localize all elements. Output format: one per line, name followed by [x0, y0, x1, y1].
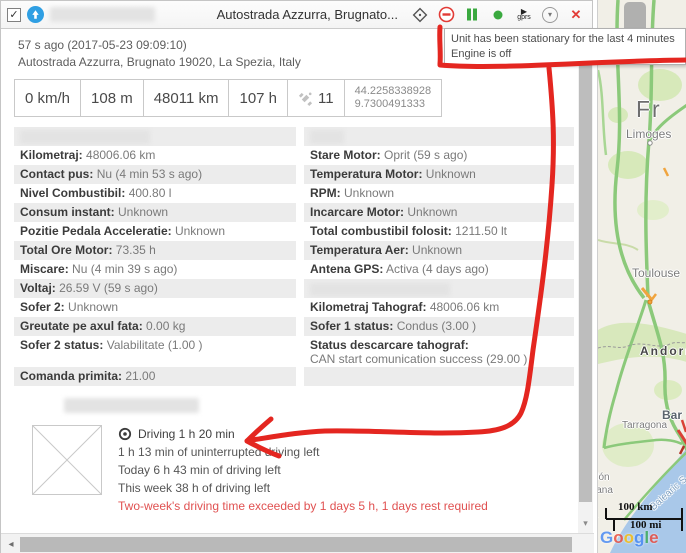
- dropdown-menu-icon[interactable]: ▾: [540, 4, 560, 26]
- map-label-country: Fr: [636, 96, 662, 123]
- coordinates-cell: 44.2258338928 9.7300491333: [345, 79, 442, 117]
- scroll-down-arrow-icon[interactable]: ▾: [578, 515, 593, 531]
- satellites-count: 11: [318, 90, 334, 107]
- map-label-toulouse: Toulouse: [632, 266, 680, 280]
- map-label-limoges: Limoges: [626, 127, 671, 141]
- tooltip-line-engine: Engine is off: [451, 47, 679, 62]
- unit-moving-icon: [27, 6, 44, 23]
- driving-time-warning: Two-week's driving time exceeded by 1 da…: [118, 497, 488, 515]
- unit-checkbox[interactable]: ✓: [7, 8, 21, 22]
- map-label-coast1: llón: [597, 472, 610, 483]
- driver-photo-placeholder: [32, 425, 102, 495]
- week-driving-left: This week 38 h of driving left: [118, 479, 488, 497]
- table-row: Greutate pe axul fata: 0.00 kg Sofer 1 s…: [14, 317, 574, 336]
- pause-icon[interactable]: [462, 4, 482, 26]
- speed-value: 0 km/h: [14, 79, 81, 117]
- table-row: Miscare: Nu (4 min 39 s ago) Antena GPS:…: [14, 260, 574, 279]
- stats-row: 0 km/h 108 m 48011 km 107 h 11 44.225833…: [14, 79, 578, 117]
- tooltip-line-stationary: Unit has been stationary for the last 4 …: [451, 32, 679, 47]
- map-scale-km: 100 km: [618, 501, 653, 513]
- table-row: Consum instant: Unknown Incarcare Motor:…: [14, 203, 574, 222]
- longitude: 9.7300491333: [355, 98, 431, 111]
- popup-header: ✓ Autostrada Azzurra, Brugnato...: [1, 1, 592, 29]
- unit-location-title[interactable]: Autostrada Azzurra, Brugnato...: [161, 7, 404, 22]
- locate-on-map-icon[interactable]: [410, 4, 430, 26]
- mileage-value: 48011 km: [144, 79, 230, 117]
- table-row: Sofer 2 status: Valabilitate (1.00 ) Sta…: [14, 336, 574, 367]
- table-row: Nivel Combustibil: 400.80 l RPM: Unknown: [14, 184, 574, 203]
- satellites-cell: 11: [288, 79, 345, 117]
- horizontal-scrollbar-thumb[interactable]: [20, 537, 572, 552]
- vertical-scrollbar[interactable]: ▾: [578, 30, 593, 533]
- map-label-coast3: a: [597, 510, 598, 521]
- table-row: Comanda primita: 21.00: [14, 367, 574, 386]
- vertical-scrollbar-thumb[interactable]: [579, 34, 592, 502]
- parameters-table: Kilometraj: 48006.06 km Stare Motor: Opr…: [14, 127, 574, 386]
- table-row: Total Ore Motor: 73.35 h Temperatura Aer…: [14, 241, 574, 260]
- redacted-parameter: [310, 283, 450, 296]
- uninterrupted-driving-left: 1 h 13 min of uninterrupted driving left: [118, 443, 488, 461]
- arrow-up-icon: [30, 9, 41, 20]
- altitude-value: 108 m: [81, 79, 144, 117]
- table-row: Sofer 2: Unknown Kilometraj Tahograf: 48…: [14, 298, 574, 317]
- driving-status: Driving 1 h 20 min: [138, 425, 235, 443]
- map-label-coast2: lana: [597, 485, 613, 496]
- disable-icon[interactable]: [436, 4, 456, 26]
- gprs-icon: ▶ gprs: [514, 4, 534, 26]
- map-label-tarragona: Tarragona: [622, 420, 667, 431]
- driver-section: Driving 1 h 20 min 1 h 13 min of uninter…: [32, 425, 578, 515]
- google-logo: Google: [600, 528, 659, 548]
- satellite-icon: [298, 91, 313, 106]
- redacted-driver-name: [64, 398, 199, 413]
- horizontal-scrollbar[interactable]: ◂: [1, 533, 594, 553]
- table-row: [14, 127, 574, 146]
- table-row: Contact pus: Nu (4 min 53 s ago) Tempera…: [14, 165, 574, 184]
- tachograph-driving-icon: [118, 427, 132, 441]
- popup-content: 57 s ago (2017-05-23 09:09:10) Autostrad…: [2, 30, 578, 533]
- redacted-unit-name: [50, 7, 155, 22]
- scroll-left-arrow-icon[interactable]: ◂: [3, 534, 19, 553]
- table-row: Kilometraj: 48006.06 km Stare Motor: Opr…: [14, 146, 574, 165]
- unit-info-popup: ✓ Autostrada Azzurra, Brugnato...: [0, 0, 593, 553]
- table-row: Pozitie Pedala Acceleratie: Unknown Tota…: [14, 222, 574, 241]
- redacted-section-right: [310, 130, 344, 144]
- connection-status-icon: [488, 4, 508, 26]
- map-panel[interactable]: Fr Limoges Toulouse Andorra Bar Tarragon…: [597, 0, 686, 553]
- unit-status-tooltip: Unit has been stationary for the last 4 …: [444, 28, 686, 65]
- map-label-andorra: Andorra: [640, 344, 686, 358]
- close-icon[interactable]: ✕: [566, 4, 586, 26]
- engine-hours-value: 107 h: [229, 79, 288, 117]
- latitude: 44.2258338928: [355, 85, 431, 98]
- today-driving-left: Today 6 h 43 min of driving left: [118, 461, 488, 479]
- table-row: Voltaj: 26.59 V (59 s ago): [14, 279, 574, 298]
- redacted-section-left: [20, 130, 150, 144]
